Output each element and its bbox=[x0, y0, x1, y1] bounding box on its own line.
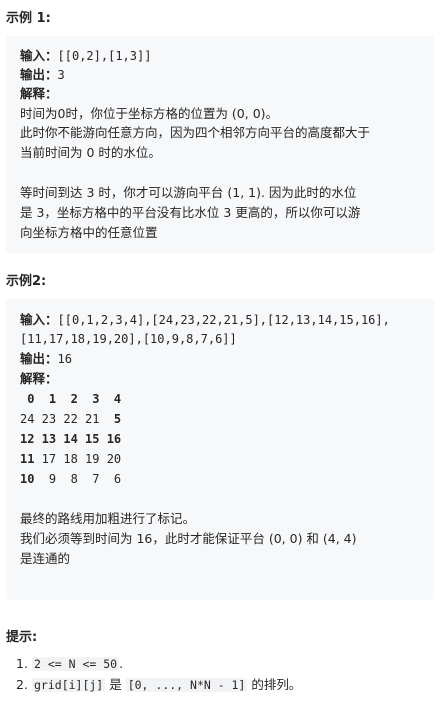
example-2-note: 是连通的 bbox=[20, 551, 71, 566]
output-value: 3 bbox=[57, 68, 65, 82]
hint-code: grid[i][j] bbox=[32, 678, 106, 692]
hint-code: [0, ..., N*N - 1] bbox=[125, 678, 248, 692]
example-1-block: 输入：[[0,2],[1,3]] 输出：3 解释： 时间为0时，你位于坐标方格的… bbox=[6, 36, 434, 254]
example-2-input: 输入：[[0,1,2,3,4],[24,23,22,21,5],[12,13,1… bbox=[20, 312, 390, 328]
grid-row-plain: 17 18 19 20 bbox=[34, 452, 122, 466]
grid-row-bold: 11 bbox=[20, 452, 35, 466]
example-1-explain-line: 当前时间为 0 时的水位。 bbox=[20, 145, 161, 160]
example-2-output: 输出：16 bbox=[20, 351, 72, 367]
output-label: 输出： bbox=[20, 67, 58, 82]
input-label: 输入： bbox=[20, 312, 58, 327]
example-1-explain-line: 等时间到达 3 时，你才可以游向平台 (1, 1). 因为此时的水位 bbox=[20, 185, 357, 200]
example-1-explain-line: 时间为0时，你位于坐标方格的位置为 (0, 0)。 bbox=[20, 106, 279, 121]
hint-item-1: 1. 2 <= N <= 50. bbox=[16, 656, 124, 672]
example-1-explain-label: 解释： bbox=[20, 86, 58, 101]
hint-number: 1. bbox=[16, 656, 28, 671]
example-2-note: 我们必须等到时间为 16，此时才能保证平台 (0, 0) 和 (4, 4) bbox=[20, 531, 357, 546]
input-value-line-1: [[0,1,2,3,4],[24,23,22,21,5],[12,13,14,1… bbox=[57, 313, 390, 327]
input-label: 输入： bbox=[20, 48, 58, 63]
example-1-heading: 示例 1: bbox=[6, 11, 51, 26]
grid-row: 0 1 2 3 4 bbox=[20, 392, 122, 406]
output-label: 输出： bbox=[20, 351, 58, 366]
grid-row-plain: 9 8 7 6 bbox=[34, 472, 122, 486]
grid-row: 10 9 8 7 6 bbox=[20, 471, 121, 487]
example-1-explain-line: 是 3，坐标方格中的平台没有比水位 3 更高的，所以你可以游 bbox=[20, 205, 361, 220]
hint-number: 2. bbox=[16, 677, 28, 692]
grid-row-bold: 10 bbox=[20, 472, 35, 486]
hint-text: . bbox=[119, 656, 124, 671]
output-value: 16 bbox=[57, 352, 72, 366]
hint-text: 是 bbox=[105, 677, 126, 692]
input-value: [[0,2],[1,3]] bbox=[57, 49, 152, 63]
grid-row: 11 17 18 19 20 bbox=[20, 451, 121, 467]
hint-code: 2 <= N <= 50 bbox=[32, 657, 120, 671]
example-1-explain-line: 向坐标方格中的任意位置 bbox=[20, 225, 158, 240]
example-1-explain-line: 此时你不能游向任意方向，因为四个相邻方向平台的高度都大于 bbox=[20, 125, 371, 140]
example-2-block: 输入：[[0,1,2,3,4],[24,23,22,21,5],[12,13,1… bbox=[6, 298, 434, 600]
example-2-explain-label: 解释： bbox=[20, 371, 58, 386]
hints-heading: 提示: bbox=[6, 630, 38, 645]
grid-row-plain: 24 23 22 21 bbox=[20, 412, 107, 426]
grid-row: 12 13 14 15 16 bbox=[20, 432, 122, 446]
example-2-heading: 示例2: bbox=[6, 274, 47, 289]
hint-item-2: 2. grid[i][j] 是 [0, ..., N*N - 1] 的排列。 bbox=[16, 677, 302, 693]
example-1-input: 输入：[[0,2],[1,3]] bbox=[20, 48, 151, 64]
input-value-line-2: [11,17,18,19,20],[10,9,8,7,6]] bbox=[20, 332, 237, 346]
grid-row-bold: 5 bbox=[106, 412, 122, 426]
example-2-note: 最终的路线用加粗进行了标记。 bbox=[20, 511, 196, 526]
example-1-output: 输出：3 bbox=[20, 67, 65, 83]
grid-row: 24 23 22 21 5 bbox=[20, 411, 121, 427]
hint-text: 的排列。 bbox=[247, 677, 302, 692]
